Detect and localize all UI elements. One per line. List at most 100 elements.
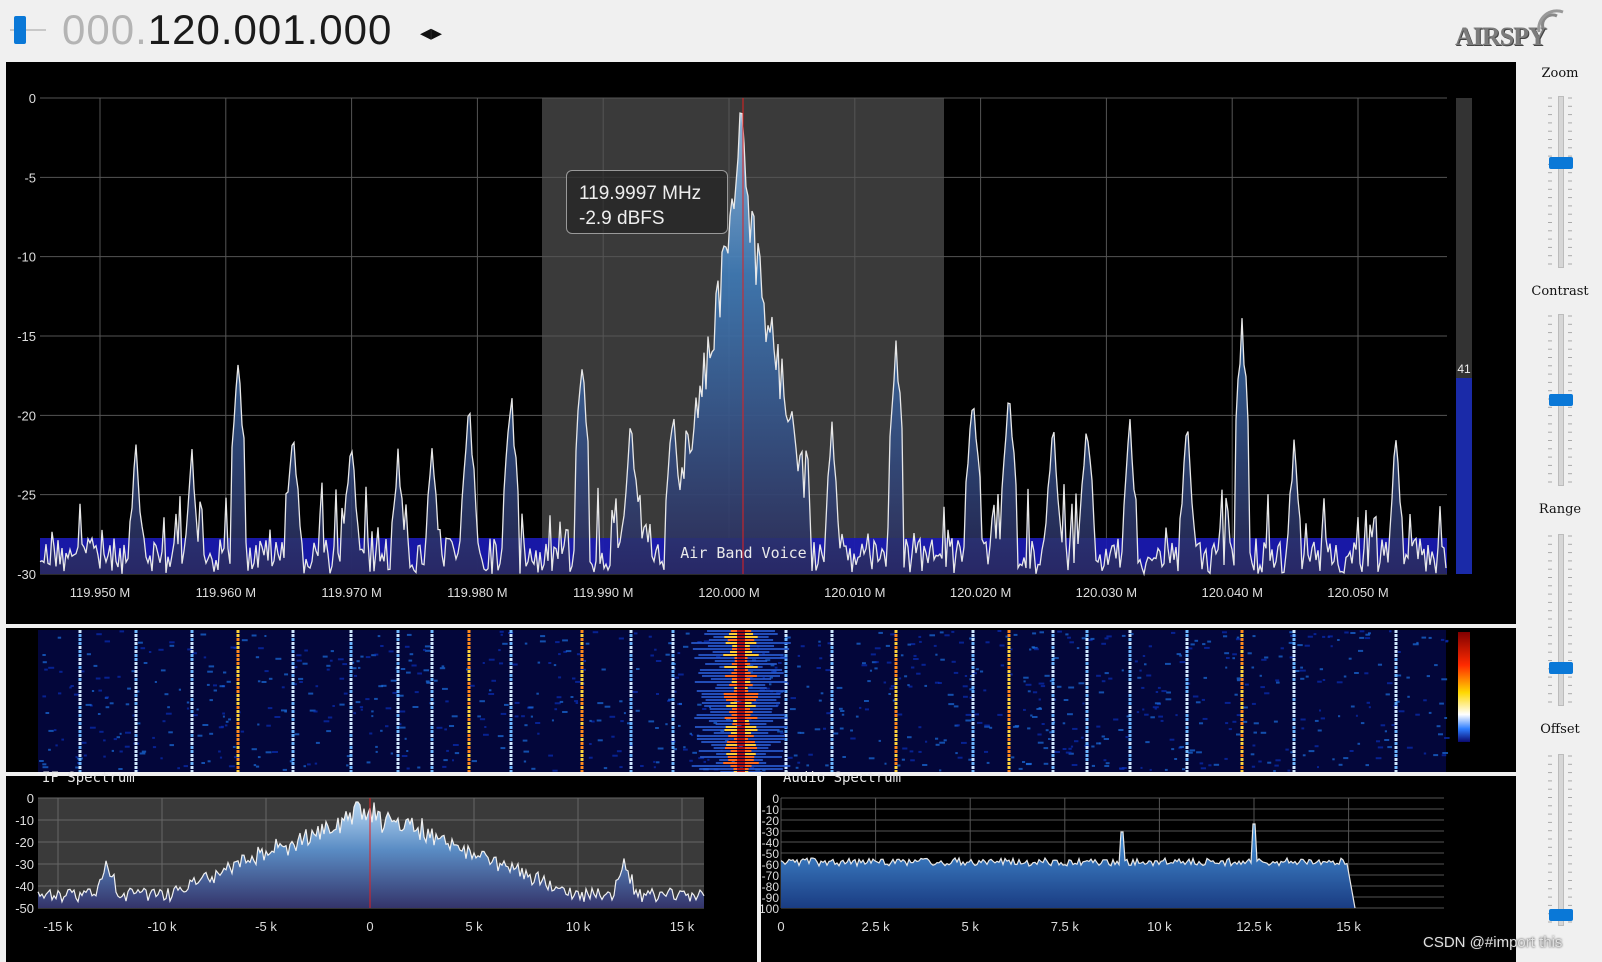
waterfall-signal (349, 682, 353, 685)
waterfall-noise (380, 645, 384, 647)
waterfall-signal (396, 638, 400, 641)
waterfall-signal (349, 738, 353, 741)
waterfall-noise (916, 672, 921, 675)
waterfall-noise (327, 716, 333, 719)
waterfall-signal (291, 726, 295, 729)
spectrum-plot[interactable]: 0-5-10-15-20-25-30119.950 M 119.960 M 119.… (6, 62, 1516, 624)
waterfall-signal (1185, 766, 1189, 769)
waterfall-plot[interactable] (6, 628, 1516, 772)
waterfall-signal (509, 674, 513, 677)
waterfall-noise (707, 758, 710, 761)
waterfall-signal (430, 738, 434, 741)
x-tick-label: 120.020 M (950, 585, 1011, 600)
waterfall-signal (1007, 662, 1011, 665)
waterfall-signal (430, 650, 434, 653)
offset-track[interactable] (1558, 754, 1564, 926)
waterfall-noise (482, 662, 485, 664)
waterfall-signal (580, 682, 584, 685)
waterfall-noise (1213, 763, 1220, 766)
waterfall-signal (467, 706, 471, 709)
waterfall-noise (1176, 653, 1181, 656)
waterfall-signal (291, 650, 295, 653)
waterfall-noise (840, 710, 845, 712)
waterfall-noise (907, 736, 912, 739)
waterfall-signal (894, 766, 898, 769)
play-toggle[interactable] (10, 10, 46, 50)
waterfall-signal (1240, 682, 1244, 685)
frequency-digits[interactable]: 120.001.000 (148, 6, 393, 53)
waterfall-noise (154, 681, 157, 683)
waterfall-signal (467, 742, 471, 745)
waterfall-signal (396, 646, 400, 649)
waterfall-carrier-center (737, 654, 745, 656)
waterfall-signal (1085, 654, 1089, 657)
frequency-leading-digits[interactable]: 000. (62, 6, 148, 53)
waterfall-noise (226, 680, 231, 683)
range-slider[interactable]: Range (1518, 500, 1602, 720)
waterfall-signal (1185, 658, 1189, 661)
waterfall-carrier-center (737, 696, 745, 698)
x-tick-label: 119.970 M (321, 585, 381, 600)
contrast-slider[interactable]: Contrast (1518, 280, 1602, 500)
frequency-display[interactable]: 000.120.001.000 (62, 4, 392, 56)
waterfall-noise (856, 642, 861, 645)
waterfall-signal (1185, 654, 1189, 657)
waterfall-noise (678, 673, 684, 676)
waterfall-signal (236, 702, 240, 705)
waterfall-signal (396, 682, 400, 685)
x-tick-label: 119.990 M (573, 585, 633, 600)
zoom-thumb[interactable] (1549, 156, 1573, 169)
waterfall-noise (253, 764, 257, 767)
waterfall-signal (291, 638, 295, 641)
waterfall-signal (78, 686, 82, 689)
waterfall-signal (236, 654, 240, 657)
waterfall-signal (291, 734, 295, 737)
waterfall-signal (396, 658, 400, 661)
waterfall-noise (816, 667, 821, 669)
waterfall-signal (78, 714, 82, 717)
audio-spectrum-fill (781, 824, 1355, 908)
waterfall-signal (430, 702, 434, 705)
waterfall-noise (1232, 653, 1237, 656)
band-plan-label[interactable]: Air Band Voice (40, 544, 1447, 562)
waterfall-signal (430, 630, 434, 633)
offset-thumb[interactable] (1549, 909, 1573, 922)
waterfall-noise (1113, 718, 1119, 721)
waterfall-signal (971, 738, 975, 741)
waterfall-noise (1444, 717, 1448, 719)
waterfall-noise (1105, 762, 1110, 765)
waterfall-noise (611, 735, 615, 738)
waterfall-signal (467, 646, 471, 649)
range-thumb[interactable] (1549, 662, 1573, 674)
offset-slider[interactable]: Offset (1518, 720, 1602, 960)
waterfall-signal (830, 714, 834, 717)
waterfall-signal (349, 678, 353, 681)
waterfall-signal (1007, 666, 1011, 669)
waterfall-signal (894, 654, 898, 657)
range-track[interactable] (1558, 534, 1564, 706)
zoom-track[interactable] (1558, 96, 1564, 268)
waterfall-signal (1128, 682, 1132, 685)
waterfall-noise (326, 668, 330, 671)
x-tick-label: 120.050 M (1327, 585, 1388, 600)
waterfall-signal (78, 698, 82, 701)
waterfall-signal (671, 674, 675, 677)
toggle-thumb[interactable] (14, 16, 26, 44)
if-x-tick-label: 5 k (465, 919, 483, 934)
waterfall-signal (784, 710, 788, 713)
waterfall-display[interactable] (6, 628, 1516, 772)
waterfall-signal (291, 634, 295, 637)
zoom-slider[interactable]: Zoom (1518, 62, 1602, 282)
waterfall-noise (1032, 716, 1038, 718)
waterfall-noise (913, 658, 919, 660)
waterfall-signal (430, 726, 434, 729)
waterfall-noise (385, 707, 392, 710)
waterfall-noise (284, 673, 289, 676)
waterfall-noise (612, 754, 618, 757)
spectrum-analyzer[interactable]: 0 -5 -10 -15 -20 -25 -30 119.950 M 119.960 M 119.… (6, 62, 1516, 624)
tuning-arrows-icon[interactable]: ◂▸ (420, 20, 442, 46)
contrast-thumb[interactable] (1549, 394, 1573, 406)
waterfall-noise (588, 756, 593, 759)
waterfall-noise (636, 668, 640, 670)
waterfall-noise (186, 707, 190, 710)
